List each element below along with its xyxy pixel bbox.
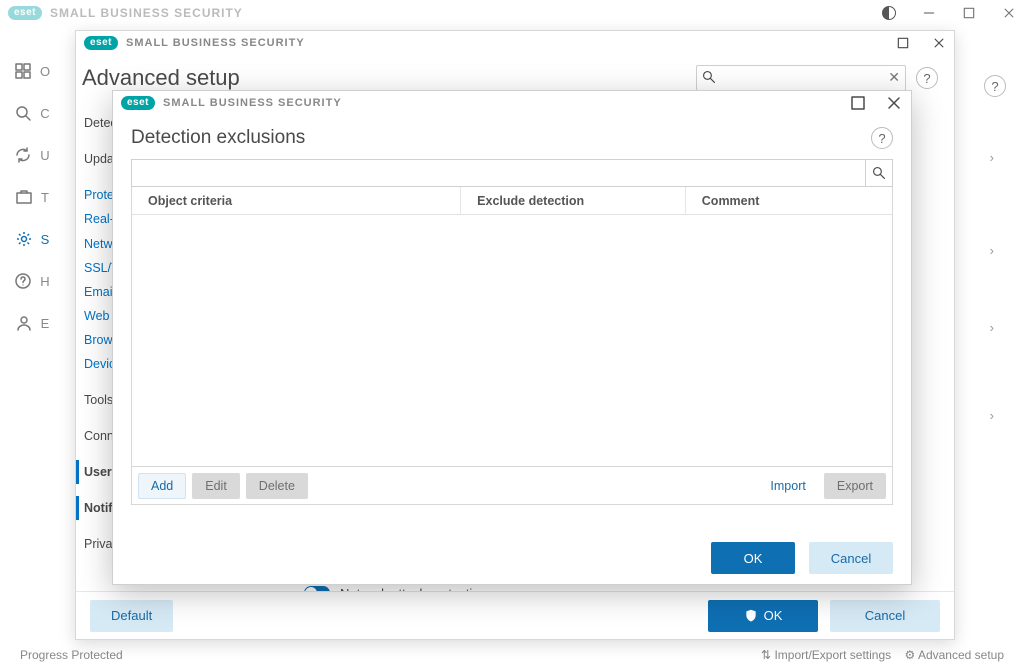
chevron-right-icon[interactable]: › xyxy=(990,320,994,335)
search-input[interactable] xyxy=(696,65,906,91)
sidebar-item-label: S xyxy=(41,232,50,247)
close-icon[interactable] xyxy=(1002,6,1016,20)
search-icon xyxy=(872,166,886,180)
chevron-right-icon[interactable]: › xyxy=(990,150,994,165)
sidebar-item-label: O xyxy=(40,64,50,79)
logo-pill: eset xyxy=(8,6,42,20)
search-icon xyxy=(14,104,32,122)
import-export-link[interactable]: ⇅ Import/Export settings xyxy=(761,648,891,662)
sidebar-item[interactable]: S xyxy=(15,230,50,248)
close-icon[interactable] xyxy=(932,36,946,50)
grid-header: Object criteria Exclude detection Commen… xyxy=(132,187,892,215)
status-text: Progress Protected xyxy=(20,648,123,662)
chevron-right-icon[interactable]: › xyxy=(990,408,994,423)
maximize-icon[interactable] xyxy=(962,6,976,20)
search-icon xyxy=(702,70,716,84)
detection-exclusions-dialog: eset SMALL BUSINESS SECURITY Detection e… xyxy=(112,90,912,585)
window-controls xyxy=(882,6,1016,20)
sidebar-item[interactable]: T xyxy=(15,188,49,206)
search-button[interactable] xyxy=(865,159,893,187)
sidebar-item-label: H xyxy=(40,274,49,289)
grid-rows[interactable] xyxy=(132,215,892,466)
col-comment[interactable]: Comment xyxy=(686,187,892,214)
contrast-icon[interactable] xyxy=(882,6,896,20)
sidebar-item[interactable]: H xyxy=(14,272,49,290)
gear-icon xyxy=(15,230,33,248)
sidebar-item-label: T xyxy=(41,190,49,205)
edit-button: Edit xyxy=(192,473,240,499)
cancel-button[interactable]: Cancel xyxy=(830,600,940,632)
cancel-button[interactable]: Cancel xyxy=(809,542,893,574)
main-titlebar: eset SMALL BUSINESS SECURITY xyxy=(0,0,1024,26)
help-icon[interactable]: ? xyxy=(984,75,1006,97)
dlg-body: Object criteria Exclude detection Commen… xyxy=(113,159,911,505)
update-icon xyxy=(14,146,32,164)
page-title: Advanced setup xyxy=(82,65,686,91)
adv-search: ✕ xyxy=(696,65,906,91)
maximize-icon[interactable] xyxy=(849,94,867,112)
dlg-footer: OK Cancel xyxy=(113,532,911,584)
col-object-criteria[interactable]: Object criteria xyxy=(132,187,461,214)
help-icon[interactable]: ? xyxy=(916,67,938,89)
logo-pill: eset xyxy=(121,96,155,110)
default-button[interactable]: Default xyxy=(90,600,173,632)
close-icon[interactable] xyxy=(885,94,903,112)
product-name: SMALL BUSINESS SECURITY xyxy=(50,6,243,20)
delete-button: Delete xyxy=(246,473,308,499)
sidebar-item-label: U xyxy=(40,148,49,163)
sidebar-item[interactable]: C xyxy=(14,104,49,122)
product-name: SMALL BUSINESS SECURITY xyxy=(163,97,342,109)
sidebar-item[interactable]: E xyxy=(15,314,50,332)
main-sidebar: O C U T S H E xyxy=(0,56,64,616)
import-button[interactable]: Import xyxy=(758,473,817,499)
logo-pill: eset xyxy=(84,36,118,50)
window-controls xyxy=(896,36,946,50)
chevron-right-icon[interactable]: › xyxy=(990,243,994,258)
maximize-icon[interactable] xyxy=(896,36,910,50)
exclusions-search xyxy=(131,159,893,187)
col-exclude-detection[interactable]: Exclude detection xyxy=(461,187,686,214)
help-icon[interactable]: ? xyxy=(871,127,893,149)
sidebar-item-label: C xyxy=(40,106,49,121)
clear-icon[interactable]: ✕ xyxy=(888,69,900,86)
user-icon xyxy=(15,314,33,332)
search-input[interactable] xyxy=(131,159,865,187)
ok-button[interactable]: OK xyxy=(708,600,818,632)
sidebar-item[interactable]: O xyxy=(14,62,50,80)
sidebar-item-label: E xyxy=(41,316,50,331)
advanced-setup-link[interactable]: ⚙ Advanced setup xyxy=(905,648,1005,662)
dashboard-icon xyxy=(14,62,32,80)
exclusions-grid: Object criteria Exclude detection Commen… xyxy=(131,187,893,467)
shield-icon xyxy=(744,609,758,623)
ok-button[interactable]: OK xyxy=(711,542,795,574)
minimize-icon[interactable] xyxy=(922,6,936,20)
grid-actions: Add Edit Delete Import Export xyxy=(131,467,893,505)
product-name: SMALL BUSINESS SECURITY xyxy=(126,37,305,49)
export-button: Export xyxy=(824,473,886,499)
footer-links: ⇅ Import/Export settings ⚙ Advanced setu… xyxy=(761,648,1004,662)
dlg-header: Detection exclusions ? xyxy=(113,115,911,159)
tools-icon xyxy=(15,188,33,206)
help-icon xyxy=(14,272,32,290)
sidebar-item[interactable]: U xyxy=(14,146,49,164)
dialog-title: Detection exclusions xyxy=(131,127,871,149)
add-button[interactable]: Add xyxy=(138,473,186,499)
adv-titlebar: eset SMALL BUSINESS SECURITY xyxy=(76,31,954,55)
dlg-titlebar: eset SMALL BUSINESS SECURITY xyxy=(113,91,911,115)
adv-footer: Default OK Cancel xyxy=(76,591,954,639)
